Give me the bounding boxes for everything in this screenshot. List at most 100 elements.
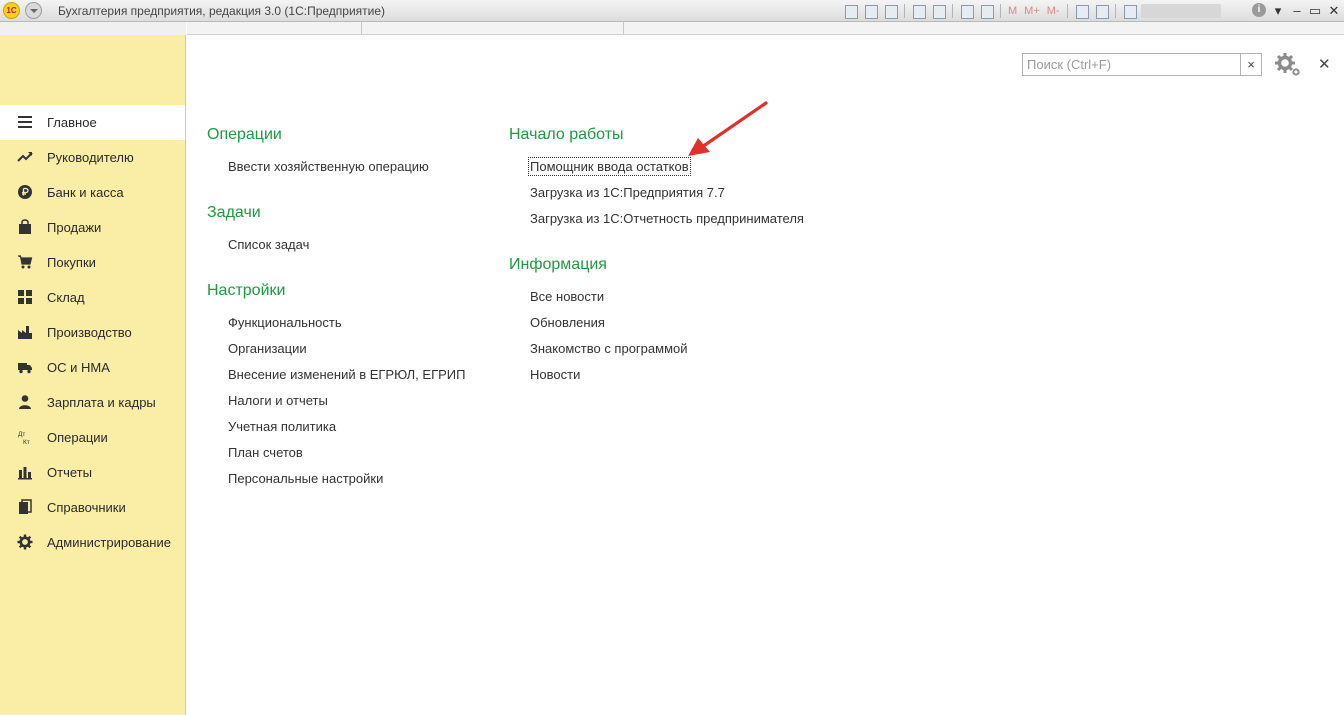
sidebar-item-label: Производство: [47, 325, 132, 340]
link-enter-business-operation[interactable]: Ввести хозяйственную операцию: [228, 159, 429, 174]
trend-up-icon: [17, 149, 33, 165]
sections-sidebar: Главное Руководителю Банк и касса Продаж…: [0, 35, 186, 715]
warehouse-grid-icon: [17, 289, 33, 305]
title-toolbar: M M+ M-: [842, 2, 1221, 20]
user-icon[interactable]: [1121, 3, 1138, 19]
books-icon: [17, 499, 33, 515]
dropdown-chevron-icon[interactable]: ▾: [1268, 1, 1288, 21]
annotation-arrow-icon: [688, 101, 768, 156]
sidebar-item-label: Руководителю: [47, 150, 134, 165]
zoom-icon[interactable]: [1073, 3, 1090, 19]
cart-icon: [17, 254, 33, 270]
memory-button[interactable]: M: [1006, 3, 1019, 19]
tab-divider: [623, 22, 624, 35]
sidebar-item-label: ОС и НМА: [47, 360, 110, 375]
toolbar-divider: [904, 4, 905, 18]
toolbar-divider: [1000, 4, 1001, 18]
link-all-news[interactable]: Все новости: [530, 289, 604, 304]
toolbar-divider: [1066, 4, 1068, 18]
calendar-icon[interactable]: [978, 3, 995, 19]
sidebar-item-label: Банк и касса: [47, 185, 124, 200]
shopping-bag-icon: [17, 219, 33, 235]
sidebar-item-label: Администрирование: [47, 535, 171, 550]
link-organizations[interactable]: Организации: [228, 341, 307, 356]
tab-divider: [361, 22, 362, 35]
sidebar-item-bank[interactable]: Банк и касса: [0, 175, 185, 210]
link-news[interactable]: Новости: [530, 367, 580, 382]
sidebar-item-manager[interactable]: Руководителю: [0, 140, 185, 175]
settings-heading: Настройки: [207, 282, 286, 299]
sidebar-item-label: Склад: [47, 290, 85, 305]
sections-list: Главное Руководителю Банк и касса Продаж…: [0, 105, 185, 560]
toolbar-divider: [1114, 4, 1116, 18]
sidebar-item-administration[interactable]: Администрирование: [0, 525, 185, 560]
link-functionality[interactable]: Функциональность: [228, 315, 342, 330]
sidebar-item-label: Операции: [47, 430, 108, 445]
link-personal-settings[interactable]: Персональные настройки: [228, 471, 383, 486]
sidebar-item-sales[interactable]: Продажи: [0, 210, 185, 245]
link-import-from-entrepreneur-reporting[interactable]: Загрузка из 1С:Отчетность предпринимател…: [530, 211, 804, 226]
sidebar-item-operations[interactable]: Дт Кт Операции: [0, 420, 185, 455]
open-windows-strip: [187, 22, 1344, 35]
sidebar-item-salary[interactable]: Зарплата и кадры: [0, 385, 185, 420]
search-clear-button[interactable]: ×: [1240, 53, 1262, 76]
operations-heading: Операции: [207, 126, 282, 143]
link-task-list[interactable]: Список задач: [228, 237, 309, 252]
restore-button[interactable]: ▭: [1305, 1, 1325, 21]
sidebar-item-label: Главное: [47, 115, 97, 130]
link-import-from-1c-77[interactable]: Загрузка из 1С:Предприятия 7.7: [530, 185, 725, 200]
truck-icon: [17, 359, 33, 375]
user-name-redacted: [1140, 4, 1221, 18]
app-logo-icon[interactable]: 1С: [3, 2, 20, 19]
link-program-introduction[interactable]: Знакомство с программой: [530, 341, 688, 356]
sidebar-item-fixed-assets[interactable]: ОС и НМА: [0, 350, 185, 385]
print-icon[interactable]: [862, 3, 879, 19]
link-egrul-egrip-changes[interactable]: Внесение изменений в ЕГРЮЛ, ЕГРИП: [228, 367, 465, 382]
sidebar-item-label: Справочники: [47, 500, 126, 515]
main-menu-button[interactable]: [25, 2, 42, 19]
close-window-button[interactable]: ✕: [1324, 1, 1344, 21]
sidebar-item-label: Зарплата и кадры: [47, 395, 156, 410]
menu-lines-icon: [17, 114, 33, 130]
sidebar-item-main[interactable]: Главное: [0, 105, 185, 140]
link-balance-entry-assistant[interactable]: Помощник ввода остатков: [528, 157, 691, 176]
sidebar-item-production[interactable]: Производство: [0, 315, 185, 350]
attach-icon[interactable]: [910, 3, 927, 19]
svg-text:Кт: Кт: [23, 439, 30, 445]
getting-started-heading: Начало работы: [509, 126, 624, 143]
factory-icon: [17, 324, 33, 340]
copy-icon[interactable]: [930, 3, 947, 19]
link-accounting-policy[interactable]: Учетная политика: [228, 419, 336, 434]
sidebar-item-label: Продажи: [47, 220, 102, 235]
save-icon[interactable]: [842, 3, 859, 19]
gear-icon: [17, 534, 33, 550]
link-updates[interactable]: Обновления: [530, 315, 605, 330]
search-input[interactable]: [1022, 53, 1241, 76]
link-taxes-reports[interactable]: Налоги и отчеты: [228, 393, 328, 408]
toolbar-divider: [952, 4, 953, 18]
settings-gear-icon[interactable]: [1274, 52, 1302, 78]
bar-chart-icon: [17, 464, 33, 480]
sidebar-item-directories[interactable]: Справочники: [0, 490, 185, 525]
sidebar-item-label: Отчеты: [47, 465, 92, 480]
ruble-coin-icon: [17, 184, 33, 200]
sidebar-item-purchases[interactable]: Покупки: [0, 245, 185, 280]
memory-plus-button[interactable]: M+: [1022, 3, 1042, 19]
window-title: Бухгалтерия предприятия, редакция 3.0 (1…: [58, 4, 386, 18]
minimize-button[interactable]: –: [1287, 1, 1307, 21]
sidebar-item-label: Покупки: [47, 255, 96, 270]
sidebar-item-reports[interactable]: Отчеты: [0, 455, 185, 490]
panels-icon[interactable]: [1093, 3, 1110, 19]
information-heading: Информация: [509, 256, 607, 273]
info-icon[interactable]: i: [1252, 3, 1266, 17]
link-chart-of-accounts[interactable]: План счетов: [228, 445, 303, 460]
title-bar: 1С Бухгалтерия предприятия, редакция 3.0…: [0, 0, 1344, 22]
tasks-heading: Задачи: [207, 204, 261, 221]
close-panel-icon[interactable]: ✕: [1318, 55, 1331, 73]
svg-text:Дт: Дт: [18, 431, 25, 438]
calculator-icon[interactable]: [958, 3, 975, 19]
debit-credit-icon: Дт Кт: [17, 429, 33, 446]
preview-icon[interactable]: [882, 3, 899, 19]
sidebar-item-warehouse[interactable]: Склад: [0, 280, 185, 315]
memory-minus-button[interactable]: M-: [1045, 3, 1062, 19]
